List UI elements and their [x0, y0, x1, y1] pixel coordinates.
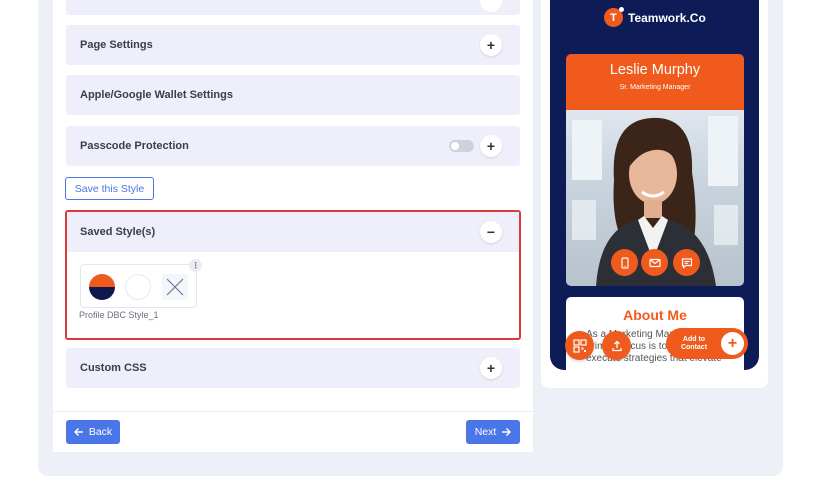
chat-icon[interactable]	[673, 249, 700, 276]
accordion-title: Passcode Protection	[80, 140, 189, 152]
accordion-collapsed-top[interactable]	[66, 0, 520, 15]
collapse-minus-icon[interactable]: −	[480, 221, 502, 243]
add-to-contact-button[interactable]: Add to Contact +	[666, 328, 748, 359]
brand: T Teamwork.Co	[604, 7, 706, 27]
saved-styles-title: Saved Style(s)	[80, 226, 156, 238]
saved-styles-section: Saved Style(s) − ⋮ Profile DBC Style_1	[65, 210, 521, 340]
next-label: Next	[474, 426, 497, 438]
accordion-wallet-settings[interactable]: Apple/Google Wallet Settings	[66, 75, 520, 115]
arrow-right-icon	[502, 428, 512, 436]
save-style-button[interactable]: Save this Style	[65, 177, 154, 200]
accordion-custom-css[interactable]: Custom CSS +	[66, 348, 520, 388]
saved-style-card[interactable]	[80, 264, 197, 308]
phone-preview: T Teamwork.Co Leslie Murphy Sr. Marketin…	[550, 0, 759, 370]
saved-styles-header[interactable]: Saved Style(s) −	[67, 212, 519, 252]
profile-card-header: Leslie Murphy Sr. Marketing Manager	[566, 54, 744, 110]
expand-plus-icon[interactable]: +	[480, 357, 502, 379]
add-to-contact-label: Add to Contact	[680, 336, 708, 351]
profile-photo	[566, 110, 744, 286]
mail-icon[interactable]	[641, 249, 668, 276]
brand-logo: T	[604, 7, 624, 27]
next-button[interactable]: Next	[466, 420, 520, 444]
person-name: Leslie Murphy	[609, 62, 701, 78]
accordion-passcode-protection[interactable]: Passcode Protection +	[66, 126, 520, 166]
footer-divider	[53, 411, 533, 412]
close-icon[interactable]	[162, 274, 188, 300]
accent-color-swatch	[125, 274, 151, 300]
back-label: Back	[88, 426, 113, 438]
arrow-left-icon	[73, 428, 83, 436]
accordion-title: Apple/Google Wallet Settings	[80, 89, 233, 101]
passcode-toggle[interactable]	[449, 140, 474, 152]
person-title: Sr. Marketing Manager	[619, 84, 691, 91]
plus-icon: +	[721, 332, 744, 355]
qr-icon[interactable]	[565, 331, 594, 360]
expand-plus-icon[interactable]: +	[480, 34, 502, 56]
back-button[interactable]: Back	[66, 420, 120, 444]
accordion-toggle-button[interactable]	[480, 0, 502, 12]
saved-style-name: Profile DBC Style_1	[79, 310, 159, 320]
accordion-page-settings[interactable]: Page Settings +	[66, 25, 520, 65]
primary-color-swatch	[89, 274, 115, 300]
accordion-title: Page Settings	[80, 39, 153, 51]
about-title: About Me	[623, 307, 687, 323]
phone-icon[interactable]	[611, 249, 638, 276]
brand-name: Teamwork.Co	[628, 10, 706, 25]
share-icon[interactable]	[602, 331, 631, 360]
more-dots-icon[interactable]: ⋮	[189, 259, 202, 272]
accordion-title: Custom CSS	[80, 362, 147, 374]
expand-plus-icon[interactable]: +	[480, 135, 502, 157]
